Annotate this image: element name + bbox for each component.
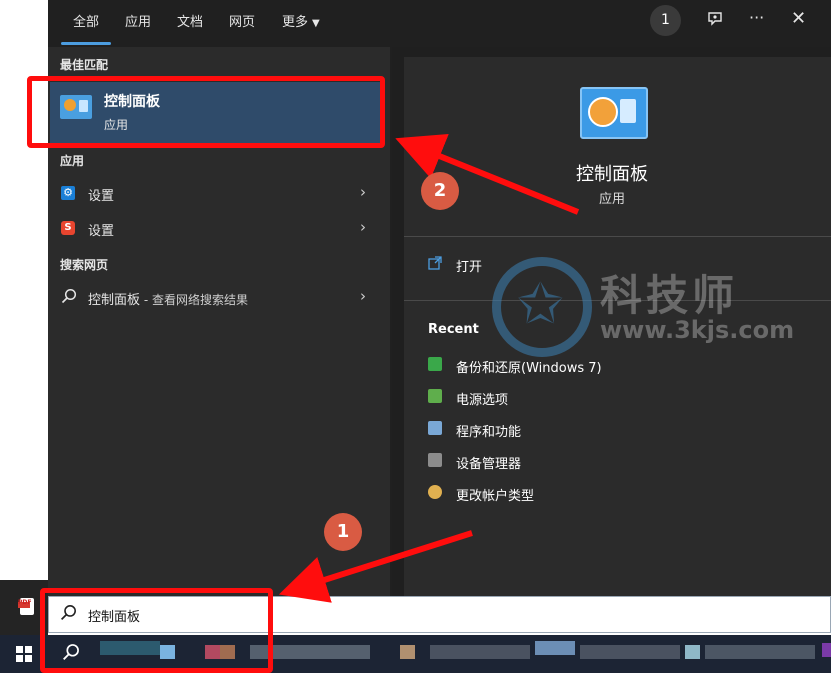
annotation-arrows: [278, 133, 580, 603]
pdf-label: PDF: [18, 599, 32, 606]
step-1-marker: 1: [324, 513, 362, 551]
step-2-marker: 2: [421, 172, 459, 210]
